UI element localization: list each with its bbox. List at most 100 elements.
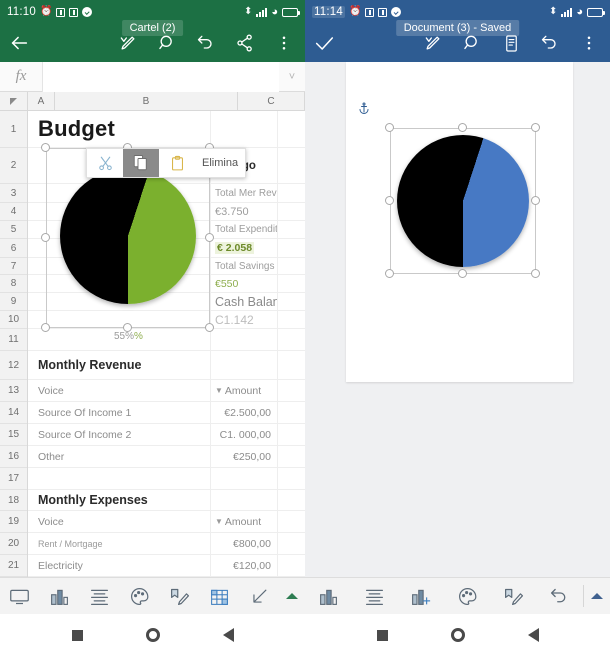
table-row[interactable]: Voice ▼ Amount bbox=[28, 511, 305, 533]
spreadsheet-grid[interactable]: A B C 1 2 3 4 5 6 7 8 9 10 11 12 13 14 1… bbox=[0, 92, 305, 577]
cell-d13[interactable] bbox=[278, 380, 305, 401]
row-header[interactable]: 11 bbox=[0, 329, 27, 351]
document-page[interactable] bbox=[346, 62, 573, 382]
pen-format-icon[interactable] bbox=[490, 578, 536, 615]
row-header[interactable]: 5 bbox=[0, 221, 27, 239]
cell-d17[interactable] bbox=[278, 468, 305, 489]
row-header[interactable]: 7 bbox=[0, 258, 27, 275]
table-row[interactable] bbox=[28, 329, 305, 351]
back-button[interactable] bbox=[527, 628, 539, 642]
undo-icon[interactable] bbox=[537, 578, 583, 615]
document-canvas[interactable] bbox=[305, 62, 610, 577]
resize-handle-w[interactable] bbox=[41, 233, 50, 242]
chart-object-document[interactable] bbox=[385, 123, 540, 278]
cell-d21[interactable] bbox=[278, 555, 305, 576]
cell-d3[interactable] bbox=[278, 184, 305, 202]
home-button[interactable] bbox=[450, 628, 465, 642]
cell-d4[interactable] bbox=[278, 203, 305, 220]
cell-b21[interactable]: Electricity bbox=[28, 555, 211, 576]
column-header-a[interactable]: A bbox=[28, 92, 55, 110]
arrow-resize-icon[interactable] bbox=[239, 578, 279, 615]
context-menu[interactable]: Elimina bbox=[86, 148, 247, 178]
row-header[interactable]: 15 bbox=[0, 424, 27, 446]
cell-d1[interactable] bbox=[278, 111, 305, 147]
text-align-icon[interactable] bbox=[80, 578, 120, 615]
row-header[interactable]: 3 bbox=[0, 184, 27, 203]
row-header[interactable]: 21 bbox=[0, 555, 27, 577]
row-header[interactable]: 20 bbox=[0, 533, 27, 555]
column-header-b[interactable]: B bbox=[55, 92, 238, 110]
cell-d15[interactable] bbox=[278, 424, 305, 445]
chart-icon[interactable] bbox=[40, 578, 80, 615]
cell-b15[interactable]: Source Of Income 2 bbox=[28, 424, 211, 445]
cell-d8[interactable] bbox=[278, 275, 305, 292]
resize-handle-e[interactable] bbox=[531, 196, 540, 205]
collapse-toolbar-button[interactable] bbox=[584, 578, 610, 615]
undo-icon[interactable] bbox=[539, 32, 561, 54]
table-row[interactable]: Electricity €120,00 bbox=[28, 555, 305, 577]
resize-handle-s[interactable] bbox=[458, 269, 467, 278]
cell-c8[interactable]: €550 bbox=[211, 275, 278, 292]
cell-c11[interactable] bbox=[211, 329, 278, 350]
home-button[interactable] bbox=[145, 628, 160, 642]
cell-b20[interactable]: Rent / Mortgage bbox=[28, 533, 211, 554]
overflow-menu-icon[interactable] bbox=[273, 32, 295, 54]
palette-icon[interactable] bbox=[120, 578, 160, 615]
cell-d2[interactable] bbox=[278, 148, 305, 183]
cell-c19[interactable]: ▼ Amount bbox=[211, 511, 278, 532]
row-header[interactable]: 12 bbox=[0, 351, 27, 380]
row-header[interactable]: 18 bbox=[0, 490, 27, 511]
cell-d18[interactable] bbox=[278, 490, 305, 510]
resize-handle-w[interactable] bbox=[385, 196, 394, 205]
select-all-corner[interactable] bbox=[0, 92, 28, 110]
formula-input[interactable] bbox=[42, 61, 279, 92]
column-header-c[interactable]: C bbox=[238, 92, 305, 110]
cell-c3[interactable]: Total Mer Revenue bbox=[211, 184, 278, 202]
table-row[interactable]: Voice ▼ Amount bbox=[28, 380, 305, 402]
insert-table-icon[interactable] bbox=[199, 578, 239, 615]
table-row[interactable]: Source Of Income 1 €2.500,00 bbox=[28, 402, 305, 424]
cell-c14[interactable]: €2.500,00 bbox=[211, 402, 278, 423]
text-align-icon[interactable] bbox=[351, 578, 397, 615]
cell-c1[interactable] bbox=[211, 111, 278, 147]
share-icon[interactable] bbox=[234, 32, 256, 54]
cell-c16[interactable]: €250,00 bbox=[211, 446, 278, 467]
resize-handle-se[interactable] bbox=[531, 269, 540, 278]
resize-handle-nw[interactable] bbox=[41, 143, 50, 152]
row-header[interactable]: 17 bbox=[0, 468, 27, 490]
row-header[interactable]: 10 bbox=[0, 311, 27, 329]
resize-handle-se[interactable] bbox=[205, 323, 214, 332]
cell-d11[interactable] bbox=[278, 329, 305, 350]
pie-chart-blue[interactable] bbox=[397, 135, 529, 267]
table-row[interactable]: Rent / Mortgage €800,00 bbox=[28, 533, 305, 555]
cell-b14[interactable]: Source Of Income 1 bbox=[28, 402, 211, 423]
resize-handle-e[interactable] bbox=[205, 233, 214, 242]
cell-c6[interactable]: € 2.058 bbox=[211, 239, 278, 257]
cell-c18[interactable] bbox=[211, 490, 278, 510]
resize-handle-sw[interactable] bbox=[41, 323, 50, 332]
cell-d16[interactable] bbox=[278, 446, 305, 467]
pen-format-icon[interactable] bbox=[159, 578, 199, 615]
cell-d6[interactable] bbox=[278, 239, 305, 257]
cell-c20[interactable]: €800,00 bbox=[211, 533, 278, 554]
row-header[interactable]: 1 bbox=[0, 111, 27, 148]
pie-chart-green[interactable] bbox=[60, 168, 196, 304]
table-row[interactable]: Monthly Revenue bbox=[28, 351, 305, 380]
paste-icon[interactable] bbox=[159, 149, 195, 177]
cell-d19[interactable] bbox=[278, 511, 305, 532]
cell-d10[interactable] bbox=[278, 311, 305, 328]
cell-c12[interactable] bbox=[211, 351, 278, 379]
back-button[interactable] bbox=[8, 32, 54, 54]
chart-icon[interactable] bbox=[305, 578, 351, 615]
row-header[interactable]: 6 bbox=[0, 239, 27, 258]
back-arrow-icon[interactable] bbox=[8, 32, 30, 54]
cell-b13[interactable]: Voice bbox=[28, 380, 211, 401]
filter-arrow-icon[interactable]: ▼ bbox=[215, 517, 223, 526]
collapse-toolbar-button[interactable] bbox=[279, 578, 305, 615]
cell-d7[interactable] bbox=[278, 258, 305, 274]
cell-d20[interactable] bbox=[278, 533, 305, 554]
cell-c15[interactable]: C1. 000,00 bbox=[211, 424, 278, 445]
resize-handle-nw[interactable] bbox=[385, 123, 394, 132]
cell-b16[interactable]: Other bbox=[28, 446, 211, 467]
view-screen-icon[interactable] bbox=[0, 578, 40, 615]
